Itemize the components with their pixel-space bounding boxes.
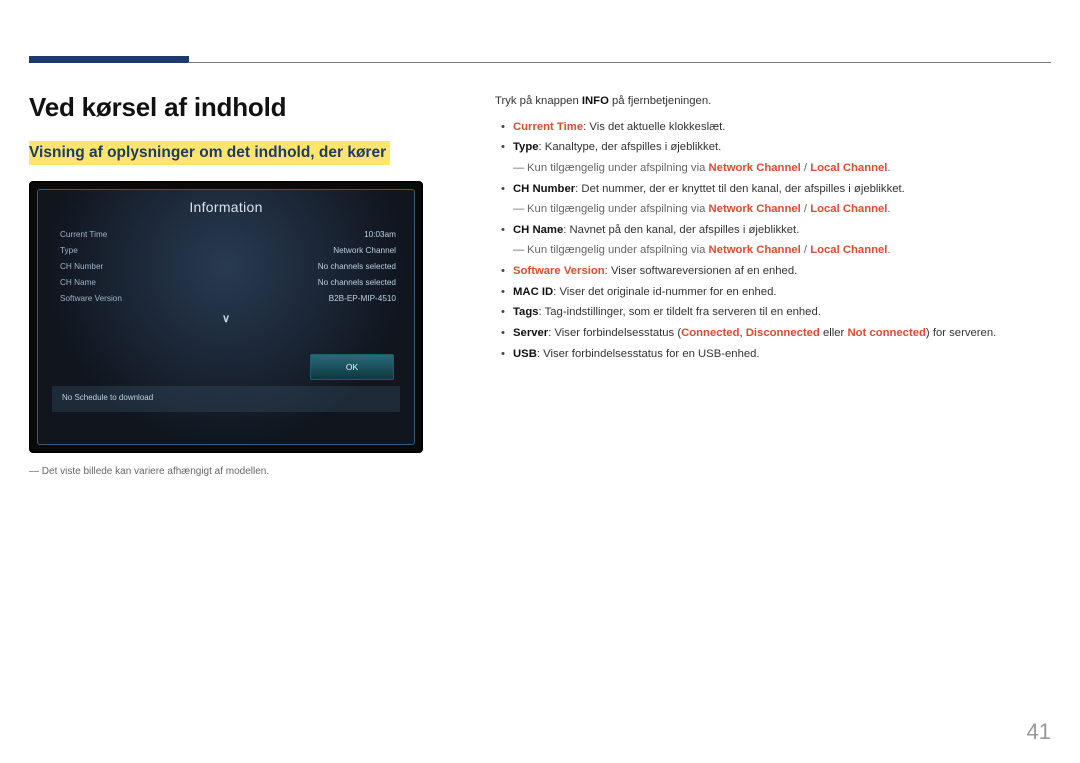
status-not-connected: Not connected <box>847 327 925 339</box>
device-screenshot: Information Current Time 10:03am Type Netw… <box>29 181 423 453</box>
info-row: CH Name No channels selected <box>60 274 396 290</box>
info-label: CH Number <box>60 262 103 271</box>
info-row: Current Time 10:03am <box>60 226 396 242</box>
network-channel: Network Channel <box>709 203 801 215</box>
desc: : Vis det aktuelle klokkeslæt. <box>583 121 725 133</box>
page-content: Ved kørsel af indhold Visning af oplysni… <box>29 92 1051 477</box>
term: Tags <box>513 306 539 318</box>
section-heading: Visning af oplysninger om det indhold, d… <box>29 141 390 165</box>
note-post: . <box>887 203 890 215</box>
note-pre: Kun tilgængelig under afspilning via <box>527 162 709 174</box>
list-note: Kun tilgængelig under afspilning via Net… <box>495 159 1051 178</box>
list-item: Current Time: Vis det aktuelle klokkeslæ… <box>495 118 1051 137</box>
network-channel: Network Channel <box>709 244 801 256</box>
info-label: Software Version <box>60 294 122 303</box>
image-footnote: Det viste billede kan variere afhængigt … <box>29 466 459 477</box>
note-post: . <box>887 244 890 256</box>
list-note: Kun tilgængelig under afspilning via Net… <box>495 241 1051 260</box>
desc: : Det nummer, der er knyttet til den kan… <box>575 183 905 195</box>
page-title: Ved kørsel af indhold <box>29 92 459 123</box>
schedule-status: No Schedule to download <box>52 386 400 412</box>
screenshot-frame: Information Current Time 10:03am Type Netw… <box>37 189 415 445</box>
intro-bold: INFO <box>582 95 609 107</box>
desc: : Tag-indstillinger, som er tildelt fra … <box>539 306 821 318</box>
chevron-down-icon: ∨ <box>38 312 414 325</box>
list-item: Tags: Tag-indstillinger, som er tildelt … <box>495 303 1051 322</box>
description-list: Current Time: Vis det aktuelle klokkeslæ… <box>495 118 1051 364</box>
term: Server <box>513 327 548 339</box>
status-disconnected: Disconnected <box>746 327 820 339</box>
desc: : Kanaltype, der afspilles i øjeblikket. <box>539 141 722 153</box>
left-column: Ved kørsel af indhold Visning af oplysni… <box>29 92 459 477</box>
note-sep: / <box>801 203 810 215</box>
info-value: B2B-EP-MIP-4510 <box>329 294 396 303</box>
note-post: . <box>887 162 890 174</box>
note-sep: / <box>801 244 810 256</box>
desc: : Navnet på den kanal, der afspilles i ø… <box>563 224 799 236</box>
info-row: Software Version B2B-EP-MIP-4510 <box>60 290 396 306</box>
info-value: 10:03am <box>364 230 396 239</box>
desc-post: ) for serveren. <box>926 327 996 339</box>
note-pre: Kun tilgængelig under afspilning via <box>527 203 709 215</box>
info-label: Type <box>60 246 78 255</box>
header-rule <box>188 62 1051 63</box>
local-channel: Local Channel <box>810 203 887 215</box>
local-channel: Local Channel <box>810 244 887 256</box>
list-item: Software Version: Viser softwareversione… <box>495 262 1051 281</box>
intro-pre: Tryk på knappen <box>495 95 582 107</box>
network-channel: Network Channel <box>709 162 801 174</box>
term: CH Name <box>513 224 563 236</box>
list-note: Kun tilgængelig under afspilning via Net… <box>495 200 1051 219</box>
info-label: CH Name <box>60 278 96 287</box>
info-label: Current Time <box>60 230 107 239</box>
desc: : Viser softwareversionen af en enhed. <box>605 265 798 277</box>
ok-button: OK <box>310 354 394 380</box>
sep: eller <box>820 327 848 339</box>
term: MAC ID <box>513 286 553 298</box>
term: USB <box>513 348 537 360</box>
info-value: No channels selected <box>318 262 396 271</box>
info-row: Type Network Channel <box>60 242 396 258</box>
list-item: CH Number: Det nummer, der er knyttet ti… <box>495 180 1051 199</box>
term: Type <box>513 141 539 153</box>
intro-post: på fjernbetjeningen. <box>609 95 711 107</box>
desc: : Viser forbindelsesstatus for en USB-en… <box>537 348 760 360</box>
term: Software Version <box>513 265 605 277</box>
term: Current Time <box>513 121 583 133</box>
info-value: Network Channel <box>333 246 396 255</box>
screenshot-title: Information <box>38 190 414 222</box>
note-pre: Kun tilgængelig under afspilning via <box>527 244 709 256</box>
info-value: No channels selected <box>318 278 396 287</box>
header-accent-bar <box>29 56 189 63</box>
info-row: CH Number No channels selected <box>60 258 396 274</box>
right-column: Tryk på knappen INFO på fjernbetjeningen… <box>495 92 1051 477</box>
page-number: 41 <box>1027 719 1051 745</box>
status-connected: Connected <box>681 327 739 339</box>
local-channel: Local Channel <box>810 162 887 174</box>
list-item: MAC ID: Viser det originale id-nummer fo… <box>495 283 1051 302</box>
list-item: Server: Viser forbindelsesstatus (Connec… <box>495 324 1051 343</box>
note-sep: / <box>801 162 810 174</box>
desc: : Viser det originale id-nummer for en e… <box>553 286 776 298</box>
desc-pre: : Viser forbindelsesstatus ( <box>548 327 681 339</box>
intro-text: Tryk på knappen INFO på fjernbetjeningen… <box>495 92 1051 111</box>
term: CH Number <box>513 183 575 195</box>
list-item: Type: Kanaltype, der afspilles i øjeblik… <box>495 138 1051 157</box>
list-item: USB: Viser forbindelsesstatus for en USB… <box>495 345 1051 364</box>
list-item: CH Name: Navnet på den kanal, der afspil… <box>495 221 1051 240</box>
info-rows: Current Time10:03am TypeNetwork Channel … <box>38 222 414 306</box>
